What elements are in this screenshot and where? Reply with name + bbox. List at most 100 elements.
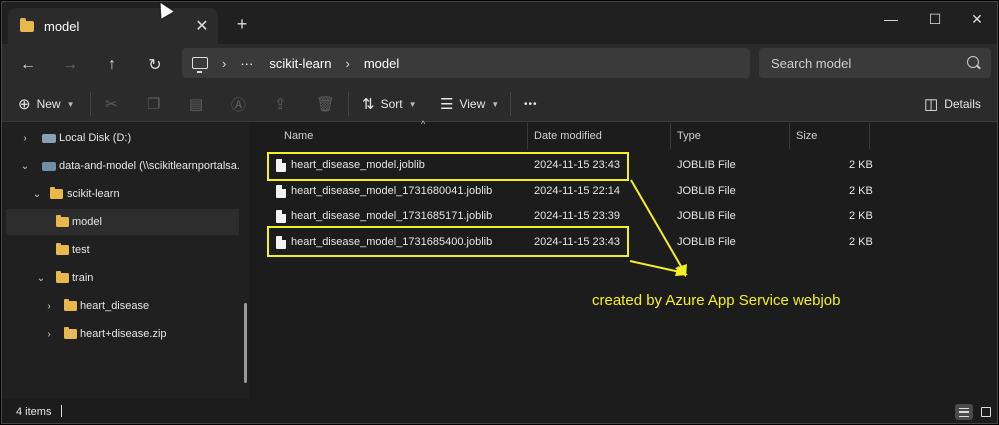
sidebar-item-scikit-learn[interactable]: ⌄ scikit-learn [6,181,239,207]
computer-icon [192,57,208,73]
annotation-text: created by Azure App Service webjob [592,292,841,309]
tab-close-button[interactable]: ✕ [192,16,212,36]
more-options-button[interactable]: ••• [524,92,538,116]
chevron-right-icon[interactable]: › [44,301,54,312]
column-label: Size [796,130,818,142]
file-list: Name ^ Date modified Type Size heart_dis… [256,119,997,399]
sort-label: Sort [380,97,403,111]
view-label: View [459,97,486,111]
new-button[interactable]: ⊕ New ▼ [18,92,75,116]
maximize-button[interactable]: ☐ [913,6,957,32]
folder-icon [50,187,63,199]
navigation-bar: ← → ↑ ↻ › ··· scikit-learn › model Searc… [2,44,997,86]
breadcrumb-scikit-learn[interactable]: scikit-learn [269,56,331,71]
highlight-box [267,226,629,257]
breadcrumb-ellipsis[interactable]: ··· [240,56,253,71]
file-size: 2 KB [849,210,873,222]
rename-button[interactable]: Ⓐ [231,92,252,116]
file-size: 2 KB [849,159,873,171]
sidebar-item-model[interactable]: model [6,209,239,235]
file-explorer-window: model ✕ + — ☐ ✕ ← → ↑ ↻ › ··· scikit-lea… [1,1,998,424]
chevron-down-icon[interactable]: ⌄ [20,161,30,172]
column-header-size[interactable]: Size [790,123,870,149]
file-name: heart_disease_model_1731685171.joblib [291,210,493,222]
table-row[interactable]: heart_disease_model_1731680041.joblib 20… [256,178,873,203]
search-box[interactable]: Search model [759,48,991,78]
tab-title: model [44,18,80,34]
plus-circle-icon: ⊕ [18,96,31,113]
divider [348,92,349,116]
file-type: JOBLIB File [677,185,736,197]
scissors-icon: ✂ [105,96,118,113]
chevron-down-icon[interactable]: ⌄ [32,189,42,200]
sidebar-item-label: heart+disease.zip [80,328,167,340]
breadcrumb-model[interactable]: model [364,56,399,71]
trash-icon: 🗑 [316,96,336,113]
sidebar-item-local-disk[interactable]: › Local Disk (D:) [6,125,239,151]
file-icon [276,210,286,223]
back-button[interactable]: ← [14,52,42,78]
up-button[interactable]: ↑ [98,52,126,78]
copy-button[interactable]: ❐ [147,92,166,116]
chevron-down-icon: ▼ [408,99,417,109]
sidebar-item-label: heart_disease [80,300,150,312]
sidebar-item-heart-disease-zip[interactable]: › heart+disease.zip [6,321,239,347]
sidebar-item-label: data-and-model (\\scikitlearnportalsa.fi [59,160,239,172]
folder-icon [56,243,69,255]
share-button[interactable]: ⇪ [274,92,293,116]
tiles-view-button[interactable] [977,404,995,420]
forward-button[interactable]: → [56,52,84,78]
rename-icon: Ⓐ [231,96,247,114]
file-size: 2 KB [849,236,873,248]
view-icon: ☰ [440,96,454,113]
sidebar-item-label: model [72,216,102,228]
address-bar[interactable]: › ··· scikit-learn › model [182,48,750,78]
column-header-type[interactable]: Type [671,123,790,149]
chevron-right-icon[interactable]: › [20,133,30,144]
refresh-button[interactable]: ↻ [141,52,169,78]
sidebar-item-label: Local Disk (D:) [59,132,132,144]
column-label: Date modified [534,130,602,142]
chevron-right-icon[interactable]: › [44,329,54,340]
details-view-button[interactable] [955,404,973,420]
breadcrumb-separator[interactable]: › [222,56,226,71]
sidebar-item-heart-disease[interactable]: › heart_disease [6,293,239,319]
sidebar-item-data-and-model[interactable]: ⌄ data-and-model (\\scikitlearnportalsa.… [6,153,239,179]
table-row[interactable]: heart_disease_model_1731685171.joblib 20… [256,203,873,228]
item-count: 4 items [16,406,52,418]
search-icon [967,56,979,68]
delete-button[interactable]: 🗑 [316,92,341,116]
new-tab-button[interactable]: + [230,12,254,36]
sidebar-item-train[interactable]: ⌄ train [6,265,239,291]
divider [510,92,511,116]
column-label: Name [284,130,314,142]
breadcrumb-separator[interactable]: › [345,56,349,71]
chevron-down-icon[interactable]: ⌄ [36,273,46,284]
sidebar-item-test[interactable]: test [6,237,239,263]
minimize-button[interactable]: — [869,6,913,32]
chevron-down-icon: ▼ [66,99,75,109]
status-divider [61,405,62,417]
column-header-name[interactable]: Name ^ [278,119,528,149]
sidebar-item-label: scikit-learn [67,188,120,200]
details-button[interactable]: ◫ Details [924,92,981,116]
cut-button[interactable]: ✂ [105,92,124,116]
column-header-date[interactable]: Date modified [528,123,671,149]
file-name: heart_disease_model_1731680041.joblib [291,185,493,197]
network-drive-icon [42,161,56,171]
column-label: Type [677,130,701,142]
view-button[interactable]: ☰ View ▼ [440,92,499,116]
folder-icon [56,215,69,227]
sidebar-item-label: test [72,244,90,256]
sort-ascending-icon: ^ [421,119,426,129]
sidebar-scrollbar[interactable] [244,303,247,383]
search-input[interactable]: Search model [771,56,851,71]
paste-button[interactable]: ▤ [189,92,209,116]
sort-icon: ⇅ [362,96,375,113]
close-window-button[interactable]: ✕ [955,6,997,32]
file-date: 2024-11-15 23:39 [534,210,621,222]
new-label: New [36,97,61,111]
sort-button[interactable]: ⇅ Sort ▼ [362,92,417,116]
folder-icon [56,271,69,283]
tab-model[interactable]: model ✕ [8,8,218,44]
